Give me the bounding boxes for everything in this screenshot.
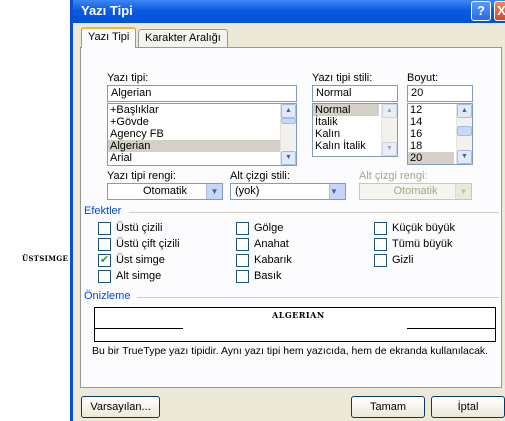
preview-baseline-left [95, 328, 183, 329]
preview-sample: ALGERIAN [272, 310, 325, 320]
chevron-down-icon[interactable]: ▼ [206, 184, 222, 199]
font-list-item[interactable]: +Gövde [108, 116, 296, 128]
checkbox-hidden[interactable] [374, 254, 387, 267]
scroll-up-icon[interactable]: ▲ [382, 104, 397, 118]
font-scrollbar[interactable]: ▲ ▼ [280, 104, 296, 165]
style-list[interactable]: Normal İtalik Kalın Kalın İtalik ▲ ▼ [312, 103, 398, 157]
checkbox-small-caps-label: Küçük büyük [392, 222, 455, 234]
checkbox-small-caps[interactable] [374, 222, 387, 235]
checkbox-engrave[interactable] [236, 270, 249, 283]
checkbox-emboss[interactable] [236, 254, 249, 267]
close-icon[interactable]: X [494, 1, 505, 21]
preview-baseline-right [407, 328, 495, 329]
effects-divider [129, 212, 499, 213]
font-label: Yazı tipi: [107, 72, 149, 84]
scroll-thumb[interactable] [457, 126, 472, 136]
checkbox-double-strikethrough[interactable] [98, 238, 111, 251]
underline-color-value: Otomatik [393, 185, 438, 197]
scroll-thumb[interactable] [281, 118, 296, 124]
checkbox-strikethrough-label: Üstü çizili [116, 222, 163, 234]
size-input[interactable]: 20 [407, 85, 473, 102]
checkbox-subscript-label: Alt simge [116, 270, 162, 282]
checkbox-double-strikethrough-label: Üstü çift çizili [116, 238, 180, 250]
dialog-title: Yazı Tipi [81, 3, 133, 18]
checkbox-shadow[interactable] [236, 222, 249, 235]
checkbox-emboss-label: Kabarık [254, 254, 292, 266]
scroll-down-icon[interactable]: ▼ [382, 142, 397, 156]
underline-color-label: Alt çizgi rengi: [359, 170, 428, 182]
default-button[interactable]: Varsayılan... [81, 396, 160, 418]
checkbox-subscript[interactable] [98, 270, 111, 283]
checkbox-all-caps[interactable] [374, 238, 387, 251]
font-color-value: Otomatik [142, 185, 187, 197]
font-color-label: Yazı tipi rengi: [107, 170, 176, 182]
checkbox-superscript-label: Üst simge [116, 254, 165, 266]
font-list[interactable]: +Başlıklar +Gövde Agency FB Algerian Ari… [107, 103, 297, 166]
checkbox-shadow-label: Gölge [254, 222, 284, 234]
tab-panel: Yazı tipi: Algerian +Başlıklar +Gövde Ag… [80, 47, 502, 388]
tab-character-spacing-label: Karakter Aralığı [145, 32, 221, 44]
preview-title: Önizleme [84, 290, 131, 302]
checkbox-all-caps-label: Tümü büyük [392, 238, 453, 250]
title-bar[interactable]: Yazı Tipi ? X [73, 0, 505, 23]
tab-character-spacing[interactable]: Karakter Aralığı [138, 29, 228, 47]
outside-label: ÜSTSIMGE [22, 254, 69, 263]
scroll-up-icon[interactable]: ▲ [281, 104, 296, 118]
underline-style-select[interactable]: (yok) ▼ [230, 183, 346, 200]
style-list-item-selected[interactable]: Normal [313, 104, 379, 116]
ok-button[interactable]: Tamam [351, 396, 425, 418]
style-label: Yazı tipi stili: [312, 72, 373, 84]
font-list-item[interactable]: +Başlıklar [108, 104, 296, 116]
checkbox-outline[interactable] [236, 238, 249, 251]
chevron-down-icon[interactable]: ▼ [455, 184, 471, 199]
font-list-item-selected[interactable]: Algerian [108, 140, 296, 152]
cancel-button[interactable]: İptal [431, 396, 505, 418]
preview-description: Bu bir TrueType yazı tipidir. Aynı yazı … [92, 345, 489, 357]
scroll-down-icon[interactable]: ▼ [457, 150, 472, 164]
font-input[interactable]: Algerian [107, 85, 297, 102]
underline-style-value: (yok) [235, 185, 260, 197]
scroll-down-icon[interactable]: ▼ [281, 151, 296, 165]
tab-font[interactable]: Yazı Tipi [81, 27, 137, 48]
font-list-item[interactable]: Arial [108, 152, 296, 164]
help-icon[interactable]: ? [471, 1, 491, 21]
checkbox-superscript[interactable]: ✔ [98, 254, 111, 267]
checkbox-engrave-label: Basık [254, 270, 282, 282]
scroll-up-icon[interactable]: ▲ [457, 104, 472, 118]
style-scrollbar[interactable]: ▲ ▼ [381, 104, 397, 156]
effects-title: Efektler [84, 205, 122, 217]
style-input[interactable]: Normal [312, 85, 398, 102]
size-label: Boyut: [407, 72, 439, 84]
underline-style-label: Alt çizgi stili: [230, 170, 290, 182]
preview-divider [137, 297, 499, 298]
checkbox-hidden-label: Gizli [392, 254, 414, 266]
tab-font-label: Yazı Tipi [88, 31, 130, 43]
checkbox-outline-label: Anahat [254, 238, 289, 250]
preview-box: ALGERIAN [94, 307, 496, 342]
font-list-item[interactable]: Agency FB [108, 128, 296, 140]
font-dialog: Yazı Tipi ? X Yazı Tipi Karakter Aralığı… [70, 0, 505, 421]
font-color-select[interactable]: Otomatik ▼ [107, 183, 223, 200]
chevron-down-icon[interactable]: ▼ [329, 184, 345, 199]
checkbox-strikethrough[interactable] [98, 222, 111, 235]
check-mark-icon: ✔ [99, 254, 110, 266]
size-list-item-selected[interactable]: 20 [408, 152, 454, 164]
size-list[interactable]: 12 14 16 18 20 ▲ ▼ [407, 103, 473, 165]
underline-color-select[interactable]: Otomatik ▼ [359, 183, 472, 200]
size-scrollbar[interactable]: ▲ ▼ [456, 104, 472, 164]
